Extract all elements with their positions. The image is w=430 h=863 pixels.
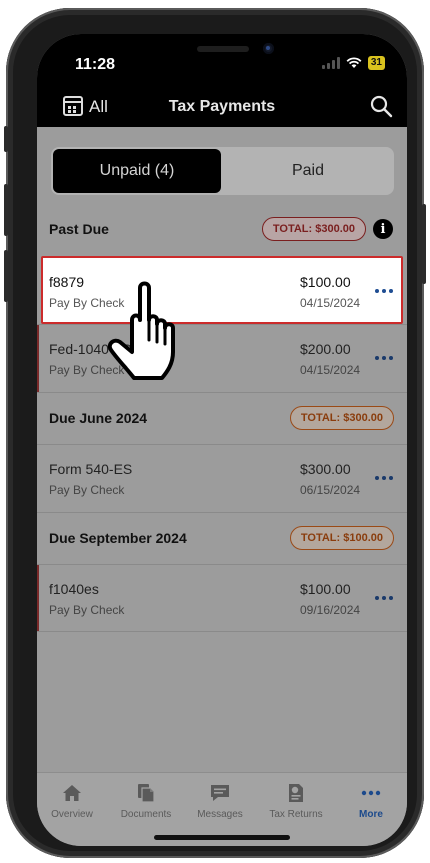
battery-icon: 31 [367, 56, 385, 70]
home-indicator [154, 835, 290, 840]
payment-method: Pay By Check [49, 483, 125, 497]
section-title: Due September 2024 [49, 530, 187, 546]
wifi-icon [346, 57, 362, 68]
volume-up-button [4, 184, 8, 236]
tab-label: Tax Returns [269, 809, 323, 820]
speaker [197, 46, 249, 52]
messages-icon [211, 785, 229, 801]
page-title: Tax Payments [168, 98, 276, 115]
power-button [422, 204, 426, 284]
more-options-icon[interactable] [375, 472, 395, 484]
tab-messages[interactable]: Messages [183, 781, 257, 820]
notch [119, 34, 325, 70]
search-icon[interactable] [369, 94, 393, 118]
payment-row-f1040es[interactable]: f1040es Pay By Check $100.00 09/16/2024 [37, 564, 407, 632]
volume-down-button [4, 250, 8, 302]
total-badge: TOTAL: $300.00 [289, 406, 394, 430]
front-camera [263, 43, 274, 54]
section-title: Past Due [49, 221, 109, 237]
mute-switch [4, 126, 8, 152]
tab-bar: Overview Documents Messages Tax Returns … [37, 772, 407, 846]
section-past-due: Past Due TOTAL: $300.00 i [37, 204, 407, 256]
signal-icon [321, 57, 340, 69]
payment-amount: $300.00 [300, 461, 351, 477]
payment-row-form-540-es[interactable]: Form 540-ES Pay By Check $300.00 06/15/2… [37, 444, 407, 512]
tab-label: Messages [197, 809, 243, 820]
info-icon[interactable]: i [373, 219, 393, 239]
section-due-june-2024: Due June 2024 TOTAL: $300.00 [37, 392, 407, 444]
section-due-september-2024: Due September 2024 TOTAL: $100.00 [37, 512, 407, 564]
tab-documents[interactable]: Documents [109, 781, 183, 820]
payment-name: Form 540-ES [49, 461, 133, 477]
payment-amount: $100.00 [300, 274, 351, 290]
status-time: 11:28 [75, 56, 116, 73]
payment-row-fed-1040-es[interactable]: Fed-1040 ES Pay By Check $200.00 04/15/2… [37, 324, 407, 392]
more-icon [361, 790, 381, 796]
screen: 11:28 31 All Tax Payments Unpaid (4) Pai… [37, 34, 407, 846]
payment-name: f1040es [49, 581, 99, 597]
payment-date: 04/15/2024 [300, 363, 361, 377]
documents-icon [138, 784, 155, 803]
more-options-icon[interactable] [375, 352, 395, 364]
section-title: Due June 2024 [49, 410, 148, 426]
more-options-icon[interactable] [375, 592, 395, 604]
home-icon [63, 785, 81, 801]
payment-date: 09/16/2024 [300, 603, 361, 617]
payment-status-segmented-control: Unpaid (4) Paid [51, 147, 394, 195]
tap-hand-icon [107, 281, 175, 380]
total-badge: TOTAL: $300.00 [261, 217, 366, 241]
status-icons: 31 [321, 56, 385, 70]
tab-more[interactable]: More [334, 781, 407, 820]
tax-returns-icon [289, 784, 303, 802]
tab-label: More [359, 809, 383, 820]
total-badge: TOTAL: $100.00 [289, 526, 394, 550]
tab-tax-returns[interactable]: Tax Returns [259, 781, 333, 820]
more-options-icon[interactable] [375, 285, 395, 297]
phone-frame: 11:28 31 All Tax Payments Unpaid (4) Pai… [4, 8, 426, 858]
payment-amount: $100.00 [300, 581, 351, 597]
tab-label: Documents [120, 809, 172, 820]
payment-date: 06/15/2024 [300, 483, 361, 497]
payment-date: 04/15/2024 [300, 296, 361, 310]
tab-overview[interactable]: Overview [37, 781, 109, 820]
payment-row-f8879[interactable]: f8879 Pay By Check $100.00 04/15/2024 [41, 256, 403, 324]
tab-label: Overview [51, 809, 93, 820]
tab-paid[interactable]: Paid [224, 149, 392, 193]
payment-amount: $200.00 [300, 341, 351, 357]
payment-name: f8879 [49, 274, 85, 290]
tab-unpaid[interactable]: Unpaid (4) [53, 149, 221, 193]
payment-method: Pay By Check [49, 603, 125, 617]
